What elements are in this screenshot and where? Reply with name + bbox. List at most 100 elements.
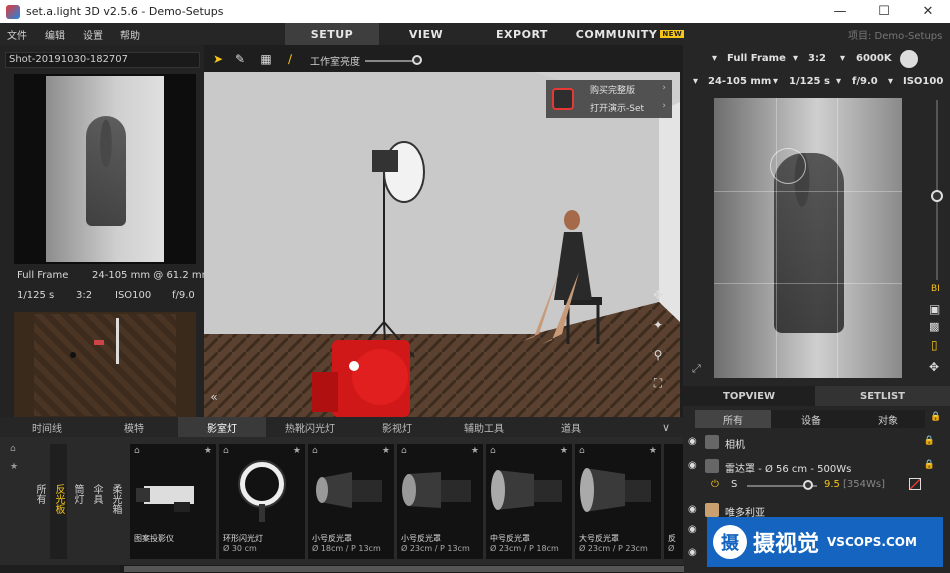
power-icon[interactable]: ⏻ (711, 479, 719, 490)
select-arrow-icon[interactable]: ➤ (210, 52, 226, 68)
eye-icon[interactable]: ◉ (688, 547, 697, 558)
library-item-large-reflector[interactable]: ⌂ ★ 大号反光罩 Ø 23cm / P 23cm (575, 444, 661, 559)
battery-icon[interactable]: ▯ (931, 338, 938, 352)
eye-icon[interactable]: ◉ (688, 524, 697, 535)
brightness-slider-knob[interactable] (412, 55, 422, 65)
blend-icon[interactable]: BI (931, 284, 940, 294)
zoom-slider-knob[interactable] (931, 190, 943, 202)
sensor-dropdown-arrow-icon[interactable]: ▾ (712, 53, 717, 64)
menu-edit[interactable]: 编辑 (45, 27, 65, 42)
filter-objects[interactable]: 对象 (851, 410, 925, 428)
favorite-star-icon[interactable]: ★ (204, 446, 212, 456)
histogram-icon[interactable]: ▩ (929, 320, 939, 333)
shutter-dropdown-arrow-icon[interactable]: ▾ (773, 76, 778, 87)
menu-settings[interactable]: 设置 (83, 27, 103, 42)
tab-speedlights[interactable]: 热靴闪光灯 (266, 417, 354, 437)
lock-icon[interactable]: 🔒 (930, 412, 941, 422)
collapse-left-icon[interactable]: « (206, 390, 222, 406)
close-button[interactable]: ✕ (906, 0, 950, 23)
mini-topview[interactable] (14, 312, 196, 418)
subcat-softboxes[interactable]: 柔光箱 (107, 444, 124, 559)
library-item-projector[interactable]: ⌂ ★ 图案投影仪 (130, 444, 216, 559)
favorite-star-icon[interactable]: ★ (649, 446, 657, 456)
reflector-image (316, 472, 382, 508)
lens-dropdown[interactable]: 24-105 mm (708, 76, 771, 87)
favorite-star-icon[interactable]: ★ (560, 446, 568, 456)
frame-guide-icon[interactable]: ▣ (929, 302, 940, 316)
tab-props[interactable]: 道具 (528, 417, 614, 437)
menu-file[interactable]: 文件 (7, 27, 27, 42)
eye-icon[interactable]: ◉ (688, 460, 697, 471)
tab-video-lights[interactable]: 影视灯 (354, 417, 440, 437)
shot-thumbnail[interactable] (14, 74, 196, 264)
tab-timeline[interactable]: 时间线 (4, 417, 90, 437)
library-scrollbar[interactable] (120, 565, 684, 573)
zoom-icon[interactable]: ⚲ (650, 348, 666, 364)
maximize-button[interactable]: ☐ (862, 0, 906, 23)
tab-topview[interactable]: TOPVIEW (683, 386, 815, 406)
setlist-item[interactable]: ◉ 雷达罩 - Ø 56 cm - 500Ws 🔒 ⏻ S 9.5 [354Ws… (683, 456, 950, 496)
iso-dropdown[interactable]: ISO100 (903, 76, 943, 87)
tab-helpers[interactable]: 辅助工具 (440, 417, 528, 437)
eye-icon[interactable]: ◉ (688, 436, 697, 447)
iso-dropdown-arrow-icon[interactable]: ▾ (888, 76, 893, 87)
lens-dropdown-arrow-icon[interactable]: ▾ (693, 76, 698, 87)
tab-models[interactable]: 模特 (90, 417, 178, 437)
menu-help[interactable]: 帮助 (120, 27, 140, 42)
shot-name-field[interactable]: Shot-20191030-182707 (5, 52, 200, 68)
brightness-slider-track[interactable] (365, 60, 417, 62)
favorite-star-icon[interactable]: ★ (293, 446, 301, 456)
expand-icon[interactable]: ⤢ (692, 362, 701, 376)
lock-icon[interactable]: 🔒 (924, 436, 935, 446)
disable-light-icon[interactable] (909, 478, 921, 490)
line-icon[interactable]: ∕ (282, 52, 298, 68)
tab-setlist[interactable]: SETLIST (815, 386, 950, 406)
kelvin-dropdown-arrow-icon[interactable]: ▾ (840, 53, 845, 64)
shutter-dropdown[interactable]: 1/125 s (789, 76, 830, 87)
filter-all[interactable]: 所有 (695, 410, 771, 428)
power-slider-knob[interactable] (803, 480, 813, 490)
setlist-item[interactable]: ◉ 相机 🔒 (683, 432, 950, 452)
subcat-snoots[interactable]: 筒灯 (69, 444, 86, 559)
tab-studio-lights[interactable]: 影室灯 (178, 417, 266, 437)
subcat-all[interactable]: 所有 (31, 444, 48, 559)
nav-setup[interactable]: SETUP (285, 23, 379, 45)
fit-view-icon[interactable]: ⛶ (650, 376, 666, 392)
library-item-small-reflector-2[interactable]: ⌂ ★ 小号反光罩 Ø 23cm / P 13cm (397, 444, 483, 559)
studio-3d-viewport[interactable] (204, 72, 680, 417)
library-item-medium-reflector[interactable]: ⌂ ★ 中号反光罩 Ø 23cm / P 18cm (486, 444, 572, 559)
ratio-dropdown[interactable]: 3:2 (808, 53, 826, 64)
minimize-button[interactable]: — (818, 0, 862, 23)
white-balance-icon[interactable] (900, 50, 918, 68)
aperture-dropdown-arrow-icon[interactable]: ▾ (836, 76, 841, 87)
buy-full-version-link[interactable]: 购买完整版 (590, 83, 635, 96)
favorite-star-icon[interactable]: ★ (10, 462, 18, 472)
camera-view[interactable] (714, 98, 902, 378)
rotate-camera-icon[interactable]: ✦ (650, 318, 666, 334)
favorite-star-icon[interactable]: ★ (471, 446, 479, 456)
move-camera-icon[interactable]: ✥ (650, 288, 666, 304)
sensor-dropdown[interactable]: Full Frame (727, 53, 786, 64)
favorite-star-icon[interactable]: ★ (382, 446, 390, 456)
navigate-icon[interactable]: ✥ (929, 360, 939, 374)
collapse-library-icon[interactable]: ∨ (662, 421, 670, 434)
nav-community[interactable]: COMMUNITY NEW (575, 23, 685, 45)
subcat-umbrellas[interactable]: 伞具 (88, 444, 105, 559)
kelvin-dropdown[interactable]: 6000K (856, 53, 892, 64)
open-demo-set-link[interactable]: 打开演示-Set (590, 101, 644, 114)
measure-icon[interactable]: ✎ (232, 52, 248, 68)
aperture-dropdown[interactable]: f/9.0 (852, 76, 878, 87)
subcat-reflectors[interactable]: 反光板 (50, 444, 67, 559)
eye-icon[interactable]: ◉ (688, 504, 697, 515)
nav-view[interactable]: VIEW (386, 23, 466, 45)
library-item-small-reflector-1[interactable]: ⌂ ★ 小号反光罩 Ø 18cm / P 13cm (308, 444, 394, 559)
home-icon[interactable]: ⌂ (10, 444, 16, 454)
library-item-ringflash[interactable]: ⌂ ★ 环形闪光灯 Ø 30 cm (219, 444, 305, 559)
grid-icon[interactable]: ▦ (258, 52, 274, 68)
filter-devices[interactable]: 设备 (773, 410, 849, 428)
library-item-partial[interactable]: 反 Ø (664, 444, 683, 559)
scrollbar-thumb[interactable] (124, 566, 684, 572)
lock-icon[interactable]: 🔒 (924, 460, 935, 470)
ratio-dropdown-arrow-icon[interactable]: ▾ (793, 53, 798, 64)
nav-export[interactable]: EXPORT (480, 23, 564, 45)
